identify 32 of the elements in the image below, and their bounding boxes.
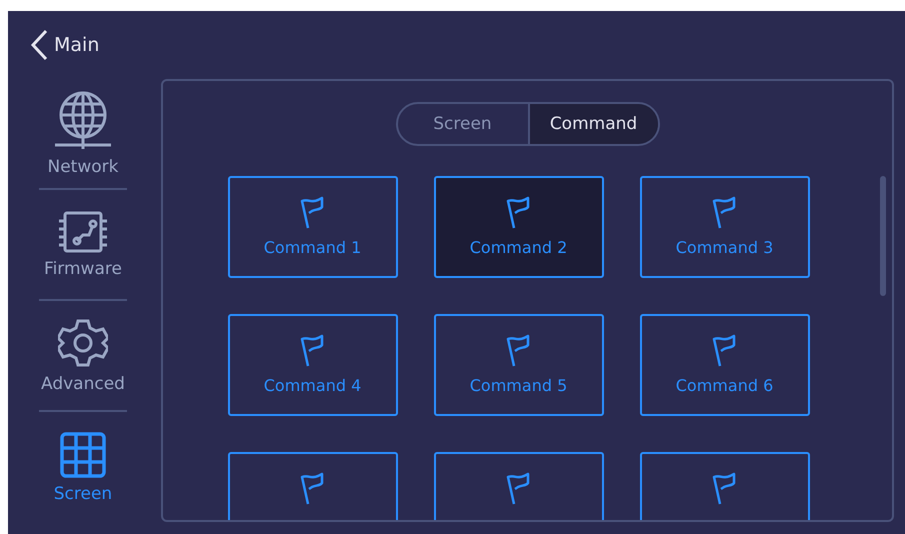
circuit-chip-icon — [57, 210, 109, 252]
flag-icon — [506, 196, 532, 230]
command-button[interactable]: Command 4 — [228, 314, 398, 416]
sidebar-label: Screen — [54, 484, 112, 504]
sidebar-label: Advanced — [41, 374, 125, 394]
command-button[interactable]: Command 6 — [640, 314, 810, 416]
sidebar-item[interactable]: Firmware — [39, 190, 127, 301]
segment-tab[interactable]: Command — [528, 104, 658, 144]
flag-icon — [300, 334, 326, 368]
sidebar-label: Network — [48, 156, 118, 176]
scrollbar-thumb[interactable] — [880, 176, 886, 296]
grid-icon — [60, 432, 106, 478]
globe-network-icon — [53, 90, 113, 150]
sidebar-item[interactable]: Advanced — [39, 301, 127, 412]
flag-icon — [712, 196, 738, 230]
flag-icon — [506, 334, 532, 368]
command-button[interactable]: Command 3 — [640, 176, 810, 278]
flag-icon — [506, 472, 532, 506]
back-button[interactable]: Main — [30, 29, 100, 61]
flag-icon — [300, 472, 326, 506]
flag-icon — [712, 334, 738, 368]
chevron-left-icon — [30, 29, 48, 61]
command-button[interactable]: Command 2 — [434, 176, 604, 278]
segment-tab[interactable]: Screen — [398, 104, 528, 144]
flag-icon — [300, 196, 326, 230]
flag-icon — [712, 472, 738, 506]
sidebar-item[interactable]: Screen — [39, 412, 127, 523]
command-button[interactable]: Command 1 — [228, 176, 398, 278]
command-button[interactable]: Command 5 — [434, 314, 604, 416]
sidebar-label: Firmware — [44, 258, 122, 278]
sidebar-item[interactable]: Network — [39, 79, 127, 190]
gear-icon — [58, 318, 108, 368]
